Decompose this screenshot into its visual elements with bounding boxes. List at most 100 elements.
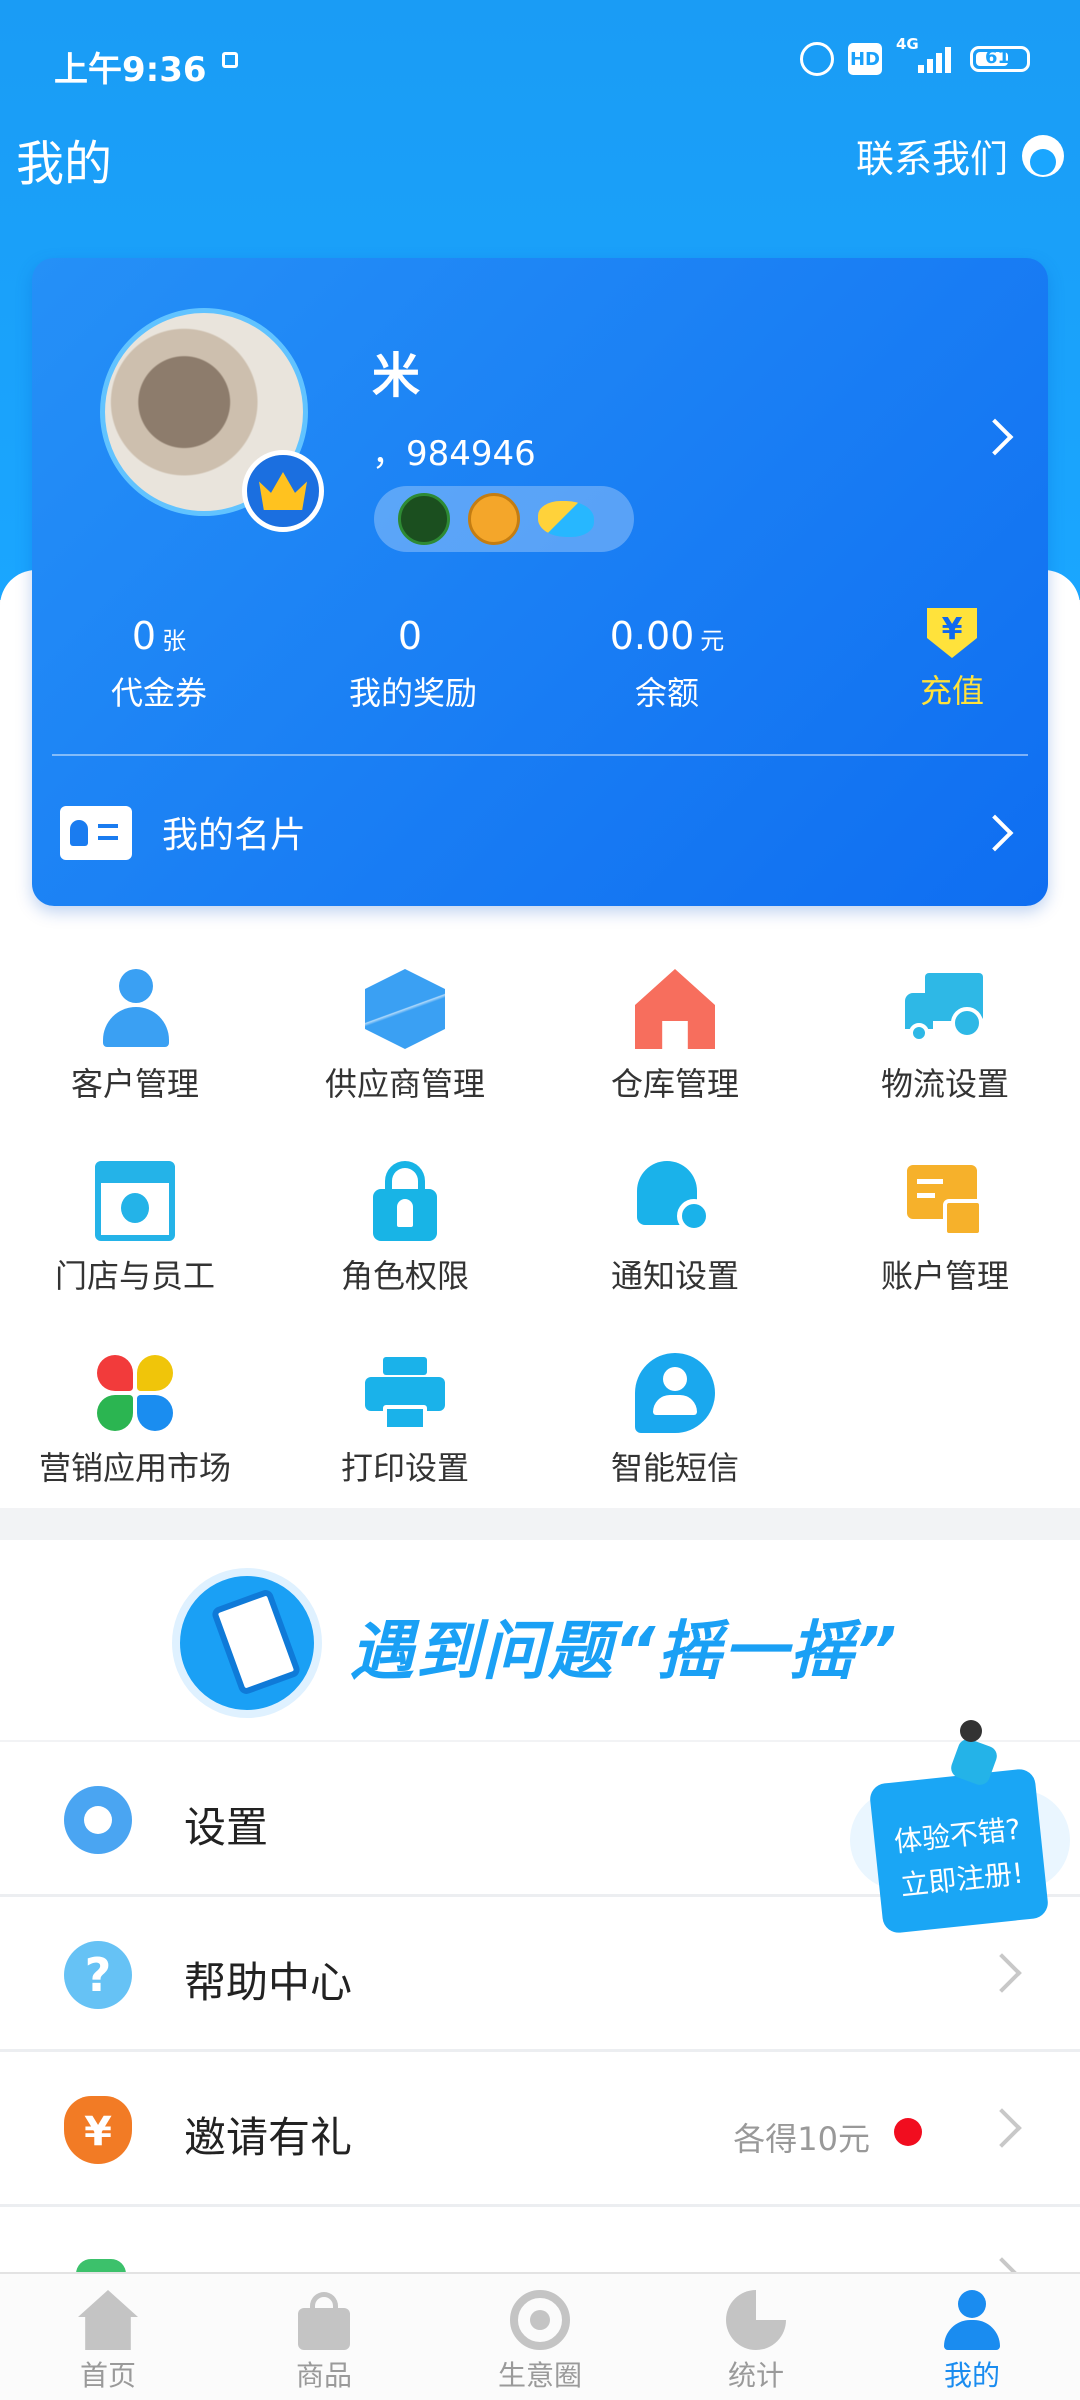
grid-item-roles[interactable]: 角色权限 [270,1147,540,1339]
grid-item-accounts[interactable]: 账户管理 [810,1147,1080,1339]
stat-vouchers[interactable]: 0张 代金券 [32,614,286,714]
grid-item-label: 仓库管理 [610,1065,739,1103]
grid-item-label: 账户管理 [880,1257,1009,1295]
banner-text: 遇到问题“摇一摇” [350,1615,899,1689]
profile-chevron-icon[interactable] [976,418,1014,456]
tab-label: 商品 [295,2359,352,2392]
store-icon [95,1161,175,1241]
stat-label: 余额 [634,674,699,712]
grid-item-suppliers[interactable]: 供应商管理 [270,955,540,1147]
grid-item-stores-staff[interactable]: 门店与员工 [0,1147,270,1339]
customer-service-icon [1022,134,1064,177]
signal-icon: 4G [896,35,956,75]
promo-box: 体验不错? 立即注册! [868,1767,1050,1935]
red-dot-indicator [894,2118,922,2146]
contact-us-button[interactable]: 联系我们 [856,128,1064,183]
tab-business-circle[interactable]: 生意圈 [432,2274,648,2400]
hd-icon: HD [848,43,882,75]
home-icon [78,2290,138,2350]
grid-item-label: 门店与员工 [54,1257,215,1295]
grid-item-notifications[interactable]: 通知设置 [540,1147,810,1339]
tab-products[interactable]: 商品 [216,2274,432,2400]
card-divider [52,754,1028,756]
register-promo-button[interactable]: 体验不错? 立即注册! [840,1720,1070,1935]
sms-icon [635,1353,715,1433]
tab-statistics[interactable]: 统计 [648,2274,864,2400]
invite-reward-note: 各得10元 [733,2120,870,2158]
grid-item-customers[interactable]: 客户管理 [0,955,270,1147]
stat-balance[interactable]: 0.00 元 余额 [540,614,794,714]
tab-mine[interactable]: 我的 [864,2274,1080,2400]
profile-icon [942,2290,1002,2350]
bag-icon [294,2290,354,2350]
stat-label: 代金券 [110,674,207,712]
printer-icon [365,1353,445,1433]
recharge-button[interactable]: ¥ 充值 [902,608,1002,712]
tab-label: 统计 [727,2359,784,2392]
list-item-invite[interactable]: ¥ 邀请有礼 各得10元 [0,2052,1080,2207]
alarm-icon [800,42,834,76]
page-title: 我的 [16,136,113,192]
help-icon: ? [64,1941,132,2009]
tab-label: 我的 [943,2359,1000,2392]
phone-shake-icon [172,1568,322,1718]
status-bar: 上午9:36 HD 4G 61 [0,0,1080,130]
grid-item-logistics[interactable]: 物流设置 [810,955,1080,1147]
profile-card: 米 ，984946 0张 代金券 0 我的奖励 0.00 元 余额 ¥ 充值 我的… [32,258,1048,906]
battery-icon: 61 [970,46,1030,72]
pie-chart-icon [726,2290,786,2350]
person-icon [95,969,175,1049]
bottom-tab-bar: 首页 商品 生意圈 统计 我的 [0,2272,1080,2400]
wing-badge-icon [538,501,594,537]
stat-rewards[interactable]: 0 我的奖励 [286,614,540,714]
tab-home[interactable]: 首页 [0,2274,216,2400]
user-id: ，984946 [372,434,536,474]
grid-item-label: 角色权限 [340,1257,469,1295]
business-card-row[interactable]: 我的名片 [32,788,1048,878]
account-stats: 0张 代金券 0 我的奖励 0.00 元 余额 [32,614,1048,714]
contact-us-label: 联系我们 [855,137,1008,181]
business-card-label: 我的名片 [162,815,307,856]
circle-icon [510,2290,570,2350]
grid-item-marketing[interactable]: 营销应用市场 [0,1339,270,1531]
grid-item-sms[interactable]: 智能短信 [540,1339,810,1531]
points-badge-icon [468,493,520,545]
list-item-label: 邀请有礼 [184,2113,353,2162]
status-icons: HD 4G 61 [800,35,1030,76]
truck-icon [905,969,985,1049]
crown-badge-icon [242,450,324,532]
lock-icon [365,1161,445,1241]
grid-item-label: 智能短信 [610,1449,739,1487]
stat-value: 0.00 [609,614,695,658]
network-label: 4G [896,35,919,53]
grid-item-label: 物流设置 [880,1065,1009,1103]
stat-unit: 张 [162,627,187,655]
stat-value: 0 [131,614,157,658]
feature-grid: 客户管理 供应商管理 仓库管理 物流设置 门店与员工 角色权限 通知设置 账户管… [0,955,1080,1531]
battery-level: 61 [985,47,1011,68]
grid-item-printing[interactable]: 打印设置 [270,1339,540,1531]
notification-icon [222,52,238,68]
vip-badge-icon [398,493,450,545]
stat-label: 我的奖励 [348,674,477,712]
account-icon [905,1161,985,1241]
chevron-right-icon [982,1953,1022,1993]
grid-item-label: 通知设置 [610,1257,739,1295]
market-icon [95,1353,175,1433]
status-time: 上午9:36 [54,50,207,90]
chevron-right-icon [982,2108,1022,2148]
grid-item-warehouse[interactable]: 仓库管理 [540,955,810,1147]
badge-list[interactable] [374,486,634,552]
tab-label: 首页 [79,2359,136,2392]
recharge-label: 充值 [919,672,984,710]
grid-item-label: 营销应用市场 [38,1449,231,1487]
grid-item-label: 打印设置 [340,1449,469,1487]
list-item-label: 帮助中心 [184,1958,353,2007]
shake-banner[interactable]: 遇到问题“摇一摇” [0,1540,1080,1740]
stat-unit: 元 [700,627,725,655]
chevron-right-icon [976,814,1014,852]
gear-icon [64,1786,132,1854]
business-card-icon [60,806,132,860]
stat-value: 0 [397,614,423,658]
grid-item-label: 客户管理 [70,1065,199,1103]
